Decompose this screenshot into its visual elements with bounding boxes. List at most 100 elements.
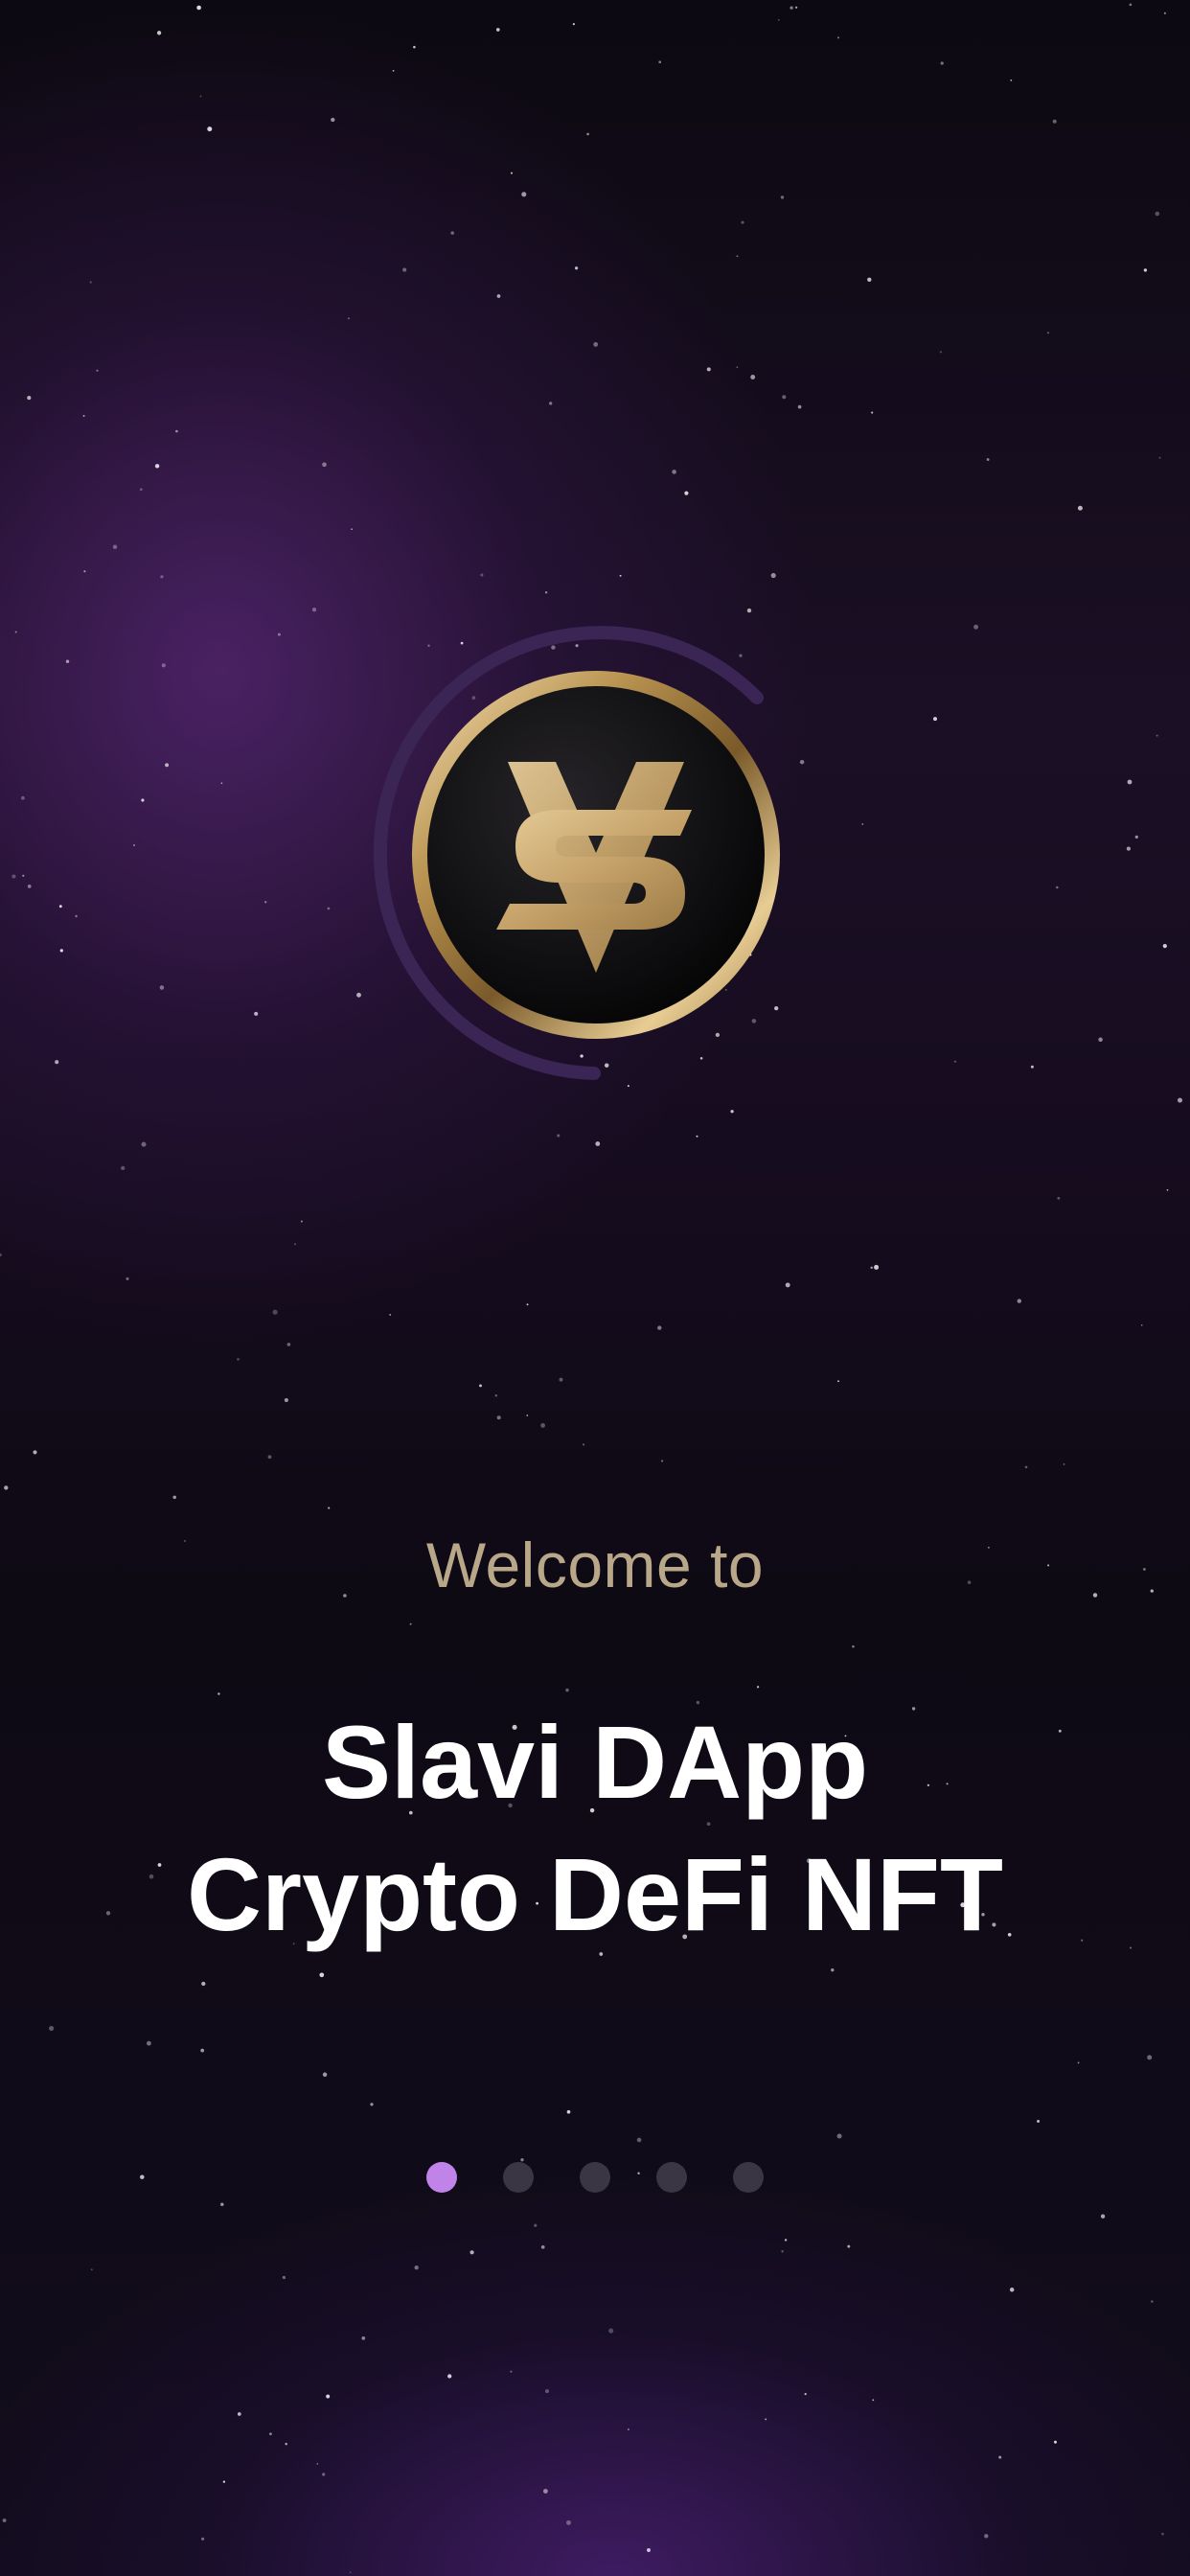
star bbox=[264, 901, 267, 904]
star bbox=[165, 763, 170, 768]
star bbox=[389, 1313, 392, 1316]
star bbox=[494, 1394, 498, 1397]
star bbox=[511, 172, 513, 174]
star bbox=[254, 1011, 259, 1016]
star bbox=[933, 717, 937, 722]
star bbox=[636, 2137, 642, 2143]
star bbox=[1166, 1188, 1169, 1191]
star bbox=[496, 294, 501, 298]
star bbox=[781, 2250, 784, 2253]
star bbox=[126, 1276, 129, 1280]
star bbox=[794, 6, 798, 9]
star bbox=[222, 2480, 226, 2483]
welcome-subtitle: Welcome to bbox=[425, 1530, 765, 1600]
star bbox=[322, 462, 327, 468]
star bbox=[1077, 2061, 1080, 2064]
pagination-dot-5[interactable] bbox=[733, 2162, 764, 2193]
star bbox=[627, 2428, 629, 2431]
star bbox=[672, 470, 676, 474]
star bbox=[58, 905, 62, 908]
star bbox=[139, 488, 143, 492]
star bbox=[447, 2374, 452, 2379]
star bbox=[75, 914, 78, 918]
star bbox=[82, 415, 85, 417]
star bbox=[706, 367, 711, 372]
star bbox=[870, 1266, 873, 1270]
star bbox=[161, 663, 166, 668]
star bbox=[1162, 944, 1167, 949]
star bbox=[1063, 1462, 1065, 1465]
star bbox=[361, 2336, 366, 2340]
star bbox=[874, 1264, 880, 1270]
star bbox=[526, 1303, 529, 1306]
star bbox=[540, 1422, 546, 1428]
star bbox=[861, 823, 864, 825]
star bbox=[272, 1309, 278, 1315]
star bbox=[1030, 1065, 1034, 1069]
star bbox=[326, 2394, 331, 2399]
star bbox=[480, 573, 484, 577]
star bbox=[20, 795, 25, 800]
star bbox=[1010, 79, 1013, 81]
star bbox=[837, 1380, 839, 1383]
star bbox=[133, 844, 135, 846]
star bbox=[282, 2275, 286, 2280]
star bbox=[565, 1688, 569, 1692]
star bbox=[750, 375, 756, 380]
star bbox=[510, 2370, 513, 2373]
star bbox=[619, 574, 622, 577]
star bbox=[217, 1692, 220, 1695]
star bbox=[586, 132, 589, 136]
star bbox=[196, 5, 201, 11]
star bbox=[746, 608, 752, 613]
star bbox=[973, 624, 979, 630]
star bbox=[268, 2432, 272, 2436]
star bbox=[49, 2026, 55, 2032]
star bbox=[544, 590, 548, 594]
star bbox=[566, 2109, 571, 2114]
star bbox=[1024, 1465, 1028, 1469]
star bbox=[1047, 332, 1049, 334]
star bbox=[286, 1343, 291, 1346]
star bbox=[1009, 2288, 1015, 2292]
star bbox=[559, 1377, 563, 1382]
star bbox=[141, 798, 145, 802]
star bbox=[790, 6, 793, 10]
star bbox=[557, 1134, 561, 1138]
pagination-dot-2[interactable] bbox=[503, 2162, 534, 2193]
pagination-dot-3[interactable] bbox=[580, 2162, 610, 2193]
star bbox=[349, 2571, 352, 2574]
star bbox=[730, 1110, 734, 1114]
pagination-dot-1[interactable] bbox=[426, 2162, 457, 2193]
star bbox=[370, 2103, 374, 2106]
star bbox=[545, 2389, 549, 2394]
star bbox=[831, 1968, 835, 1972]
star bbox=[1151, 2300, 1154, 2303]
star bbox=[90, 2268, 93, 2271]
star bbox=[583, 1443, 585, 1446]
star bbox=[172, 1495, 176, 1500]
star bbox=[27, 885, 32, 888]
star bbox=[998, 2455, 1002, 2459]
star bbox=[156, 31, 162, 35]
star bbox=[294, 1243, 296, 1246]
star bbox=[867, 277, 872, 282]
star bbox=[741, 220, 744, 224]
star bbox=[765, 2418, 767, 2421]
star bbox=[414, 2266, 419, 2270]
app-title-line-1: Slavi DApp bbox=[321, 1704, 869, 1820]
star bbox=[534, 2223, 538, 2227]
star bbox=[4, 1485, 9, 1490]
star bbox=[797, 404, 802, 409]
star bbox=[1134, 835, 1138, 839]
star bbox=[328, 1506, 331, 1509]
star bbox=[1017, 1299, 1022, 1303]
star bbox=[322, 2472, 326, 2476]
star bbox=[1126, 846, 1131, 851]
pagination-dot-4[interactable] bbox=[656, 2162, 687, 2193]
star bbox=[871, 411, 874, 414]
star bbox=[55, 1060, 59, 1065]
star bbox=[121, 1165, 126, 1171]
star bbox=[1098, 1037, 1103, 1043]
star bbox=[574, 266, 579, 270]
